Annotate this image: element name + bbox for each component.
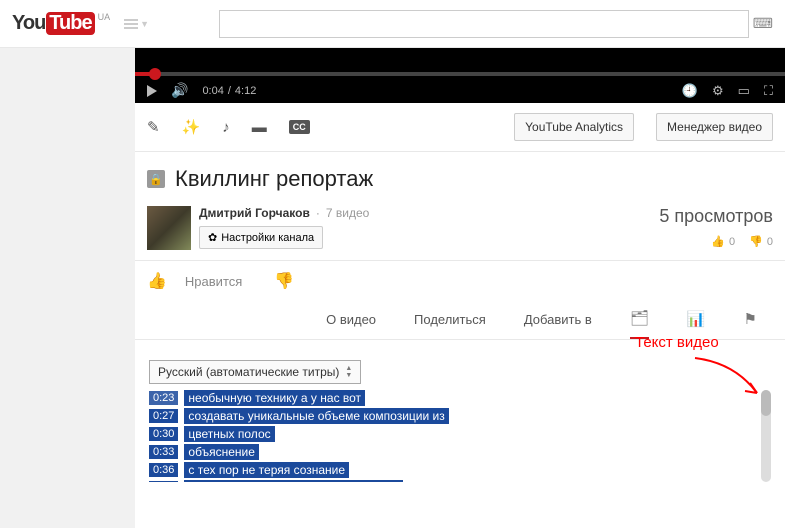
transcript-row[interactable]: 0:36 с тех пор не теряя сознание <box>149 462 771 478</box>
transcript-text: им только для себя но и для друзей а <box>184 480 402 482</box>
channel-video-count[interactable]: 7 видео <box>326 206 369 220</box>
transcript-text: необычную технику а у нас вот <box>184 390 365 406</box>
search-input[interactable] <box>219 10 749 38</box>
transcript-row[interactable]: 0:30 цветных полос <box>149 426 771 442</box>
analytics-button[interactable]: YouTube Analytics <box>514 113 634 141</box>
tab-add-to[interactable]: Добавить в <box>524 312 592 337</box>
enhance-icon[interactable]: ✨ <box>182 118 201 136</box>
like-button-label[interactable]: Нравится <box>185 274 242 289</box>
watch-later-icon[interactable]: 🕘 <box>682 83 698 99</box>
tab-share[interactable]: Поделиться <box>414 312 486 337</box>
keyboard-icon[interactable]: ⌨ <box>753 15 773 32</box>
logo-text-you: You <box>12 12 45 35</box>
progress-track[interactable] <box>135 72 785 76</box>
privacy-icon: 🔒 <box>147 170 165 188</box>
theater-icon[interactable]: ▭ <box>738 83 750 99</box>
transcript-timestamp: 0:30 <box>149 427 178 441</box>
like-count: 0 <box>729 236 735 248</box>
dislike-count: 0 <box>767 236 773 248</box>
audio-icon[interactable]: ♪ <box>222 119 230 136</box>
dislike-count-icon: 👎 <box>749 235 763 248</box>
transcript-scrollbar[interactable] <box>761 390 771 482</box>
transcript-timestamp: 0:40 <box>149 481 178 482</box>
edit-icon[interactable]: ✎ <box>147 118 160 136</box>
logo-text-tube: Tube <box>46 12 94 35</box>
settings-gear-icon[interactable]: ⚙ <box>712 83 724 99</box>
channel-avatar[interactable] <box>147 206 191 250</box>
play-icon[interactable] <box>147 85 157 97</box>
transcript-row[interactable]: 0:23 необычную технику а у нас вот <box>149 390 771 406</box>
guide-caret-icon: ▼ <box>140 19 149 29</box>
logo-region: UA <box>98 12 111 22</box>
progress-thumb[interactable] <box>149 68 161 80</box>
tab-about[interactable]: О видео <box>326 312 376 337</box>
transcript-timestamp: 0:27 <box>149 409 178 423</box>
view-count: 5 просмотров <box>659 206 773 227</box>
transcript-text: с тех пор не теряя сознание <box>184 462 349 478</box>
channel-name[interactable]: Дмитрий Горчаков <box>199 206 310 220</box>
tab-stats-icon[interactable]: 📊 <box>687 310 706 338</box>
transcript-row[interactable]: 0:40 им только для себя но и для друзей а <box>149 480 771 482</box>
like-button-icon[interactable]: 👍 <box>147 271 167 291</box>
left-gutter <box>0 48 135 528</box>
dot-sep: · <box>316 206 320 220</box>
time-sep: / <box>228 85 231 97</box>
select-spinner-icon: ▲▼ <box>345 366 352 379</box>
transcript-text: создавать уникальные объеме композиции и… <box>184 408 448 424</box>
video-manager-button[interactable]: Менеджер видео <box>656 113 773 141</box>
annotations-icon[interactable]: ▬ <box>252 119 267 136</box>
fullscreen-icon[interactable]: ⛶ <box>764 83 773 99</box>
tab-flag-icon[interactable]: ⚑ <box>744 310 757 338</box>
dislike-button-icon[interactable]: 👎 <box>274 271 294 291</box>
transcript-timestamp: 0:23 <box>149 391 178 405</box>
channel-settings-button[interactable]: ✿ Настройки канала <box>199 226 323 249</box>
youtube-logo[interactable]: You Tube UA <box>12 12 110 35</box>
time-duration: 4:12 <box>235 85 256 97</box>
transcript-timestamp: 0:36 <box>149 463 178 477</box>
channel-settings-label: Настройки канала <box>221 232 314 244</box>
cc-icon[interactable]: CC <box>289 120 310 134</box>
transcript-row[interactable]: 0:33 объяснение <box>149 444 771 460</box>
tab-transcript-icon[interactable]: 🗂 <box>630 309 649 339</box>
transcript-language-label: Русский (автоматические титры) <box>158 365 339 379</box>
transcript-text: цветных полос <box>184 426 274 442</box>
guide-menu-icon[interactable] <box>124 19 138 29</box>
like-count-icon: 👍 <box>711 235 725 248</box>
gear-icon: ✿ <box>208 231 217 244</box>
video-title: Квиллинг репортаж <box>175 166 373 192</box>
transcript-text: объяснение <box>184 444 258 460</box>
transcript-timestamp: 0:33 <box>149 445 178 459</box>
transcript-row[interactable]: 0:27 создавать уникальные объеме композиц… <box>149 408 771 424</box>
time-current: 0:04 <box>202 85 223 97</box>
video-player[interactable]: 🔊 0:04 / 4:12 🕘 ⚙ ▭ ⛶ <box>135 48 785 103</box>
volume-icon[interactable]: 🔊 <box>171 82 188 99</box>
transcript-language-select[interactable]: Русский (автоматические титры) ▲▼ <box>149 360 361 384</box>
